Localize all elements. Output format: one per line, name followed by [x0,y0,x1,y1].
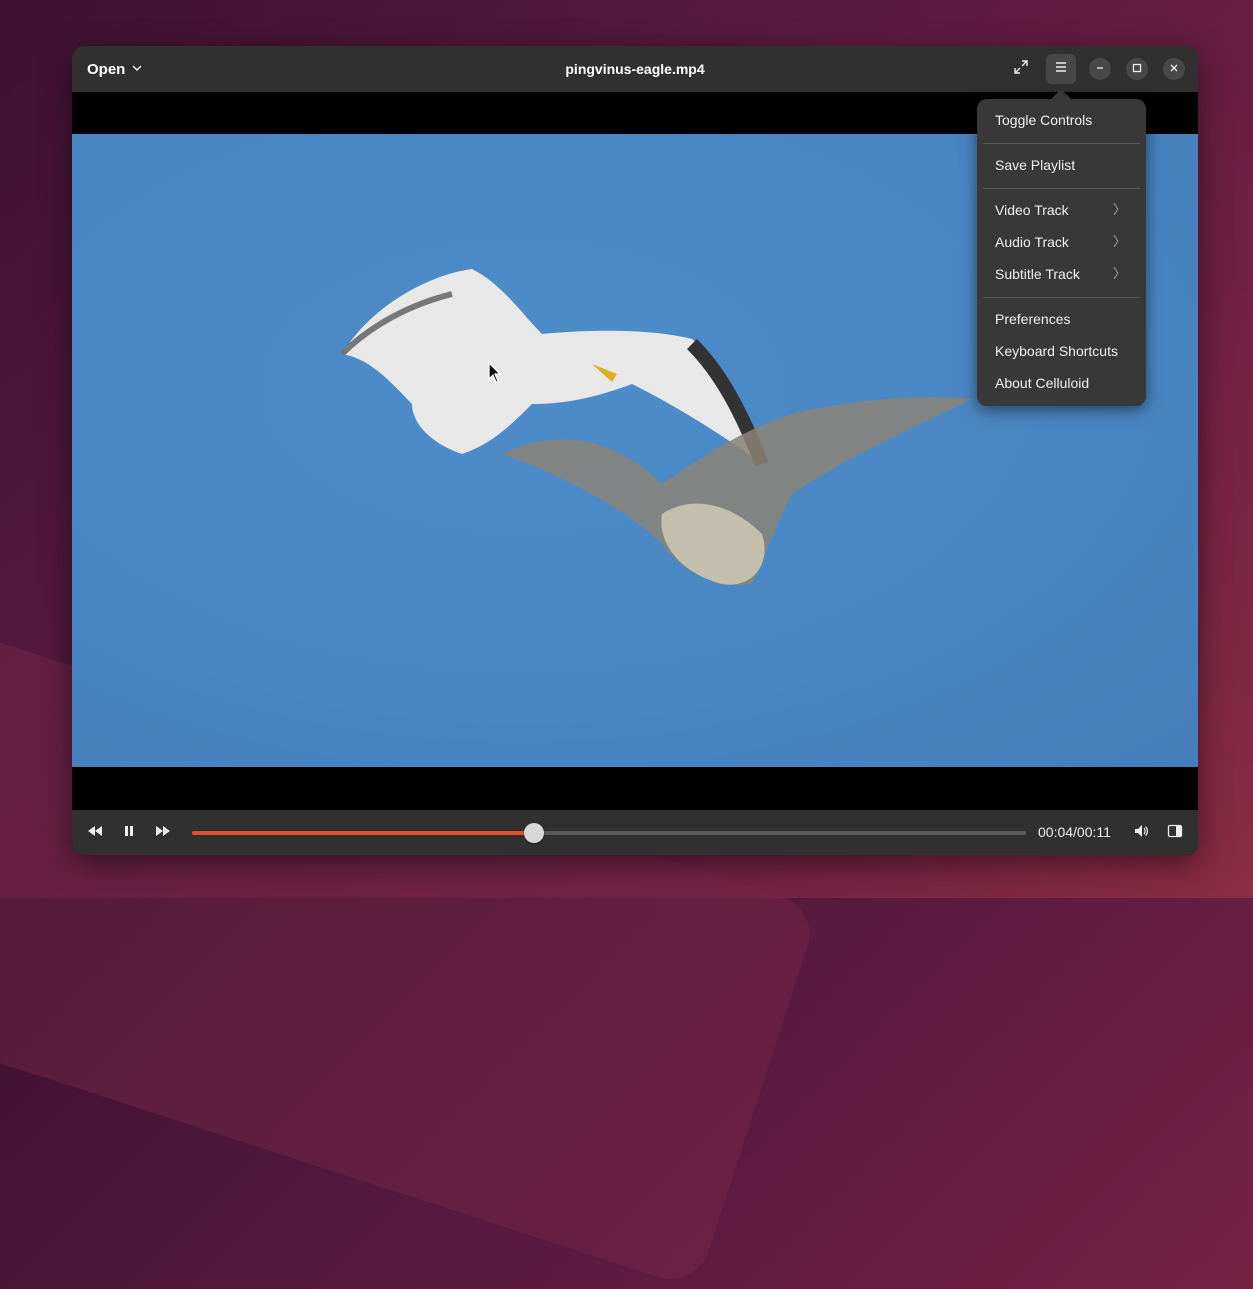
volume-icon [1133,823,1149,844]
seek-handle[interactable] [523,823,544,843]
close-icon [1169,60,1179,78]
menu-item-label: Audio Track [995,234,1069,250]
menu-item-label: Preferences [995,311,1071,327]
open-button[interactable]: Open [80,54,150,84]
mouse-cursor-icon [488,361,502,389]
maximize-button[interactable] [1126,58,1148,80]
fullscreen-button[interactable] [1006,54,1036,84]
pause-icon [123,824,135,842]
minimize-icon [1095,60,1105,78]
close-button[interactable] [1163,58,1185,80]
chevron-right-icon: 〉 [1112,202,1126,217]
menu-item-subtitle-track[interactable]: Subtitle Track 〉 [983,259,1140,289]
main-menu-button[interactable] [1046,54,1076,84]
chevron-right-icon: 〉 [1112,266,1126,281]
hamburger-menu-icon [1054,60,1068,79]
maximize-icon [1132,60,1142,78]
menu-item-keyboard-shortcuts[interactable]: Keyboard Shortcuts [983,336,1140,366]
sidebar-toggle-button[interactable] [1163,821,1187,845]
seagull-front [339,269,769,467]
fullscreen-icon [1013,59,1029,80]
menu-item-label: Toggle Controls [995,112,1093,128]
menu-item-toggle-controls[interactable]: Toggle Controls [983,105,1140,135]
menu-item-audio-track[interactable]: Audio Track 〉 [983,227,1140,257]
menu-item-preferences[interactable]: Preferences [983,304,1140,334]
rewind-icon [87,824,103,842]
time-display: 00:04/00:11 [1038,824,1111,840]
menu-item-label: Keyboard Shortcuts [995,343,1118,359]
menu-item-label: Save Playlist [995,157,1076,173]
menu-item-video-track[interactable]: Video Track 〉 [983,195,1140,225]
sidebar-toggle-icon [1167,823,1183,844]
menu-separator [983,188,1140,189]
menu-separator [983,297,1140,298]
forward-button[interactable] [151,821,175,845]
forward-icon [155,824,171,842]
pause-button[interactable] [117,821,141,845]
menu-item-about[interactable]: About Celluloid [983,368,1140,398]
seek-progress [192,831,534,835]
chevron-right-icon: 〉 [1112,234,1126,249]
rewind-button[interactable] [83,821,107,845]
header-bar: Open pingvinus-eagle.mp4 [72,46,1198,92]
menu-item-save-playlist[interactable]: Save Playlist [983,150,1140,180]
menu-item-label: Subtitle Track [995,266,1080,282]
menu-separator [983,143,1140,144]
open-label: Open [87,60,126,78]
chevron-down-icon [131,61,143,78]
menu-item-label: About Celluloid [995,375,1090,391]
seek-bar[interactable] [192,823,1026,843]
menu-item-label: Video Track [995,202,1069,218]
minimize-button[interactable] [1089,58,1111,80]
main-menu-popover: Toggle Controls Save Playlist Video Trac… [977,99,1146,406]
volume-button[interactable] [1129,821,1153,845]
